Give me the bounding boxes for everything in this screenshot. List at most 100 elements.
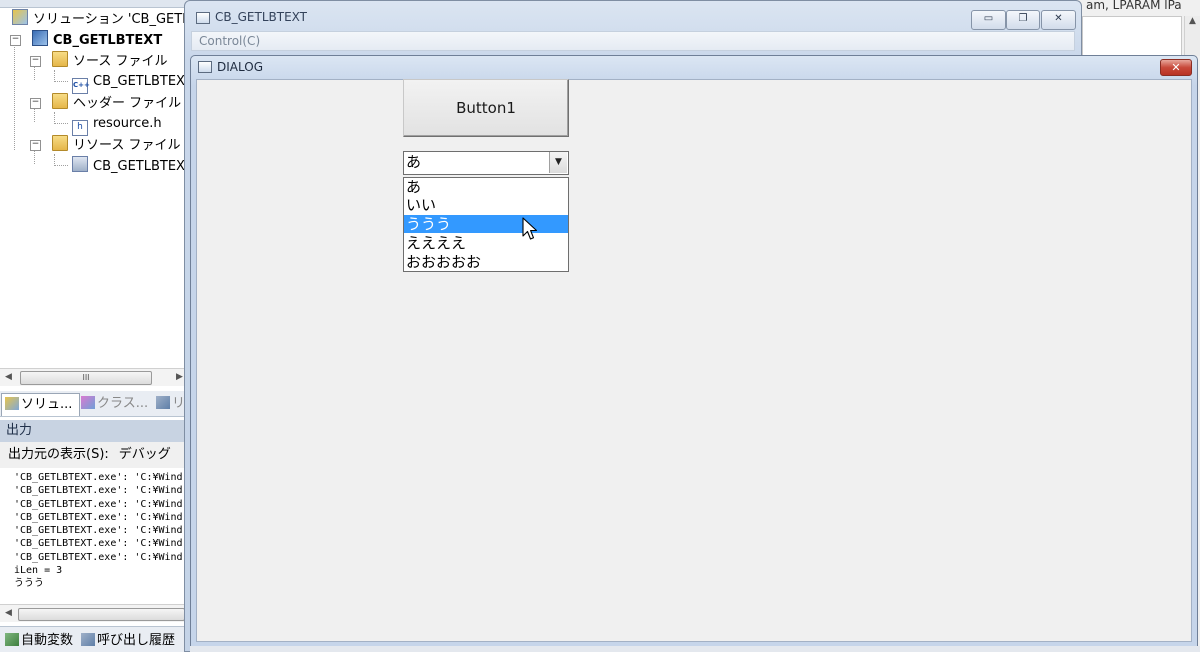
tree-line: [54, 123, 68, 124]
tree-item-label: resource.h: [93, 116, 162, 131]
collapse-icon[interactable]: −: [30, 140, 41, 151]
output-line: iLen = 3: [14, 565, 63, 577]
output-horizontal-scrollbar[interactable]: ◀: [0, 604, 190, 622]
menu-bar: Control(C): [191, 31, 1075, 51]
output-source-row: 出力元の表示(S): デバッグ: [0, 442, 190, 468]
folder-icon: [52, 51, 68, 67]
tab-label: ソリュ...: [21, 397, 73, 412]
explorer-tabs: ソリュ... クラス... リ: [0, 391, 190, 417]
autos-icon: [5, 633, 19, 646]
solution-icon: [12, 9, 28, 25]
project-icon: [32, 30, 48, 46]
button1[interactable]: Button1: [403, 79, 569, 137]
output-line: 'CB_GETLBTEXT.exe': 'C:¥Wind: [14, 511, 183, 523]
tree-item-header-file[interactable]: h resource.h: [72, 114, 162, 136]
tree-item-label: CB_GETLBTEXT: [53, 33, 163, 48]
folder-icon: [52, 93, 68, 109]
cpp-file-icon: C++: [72, 78, 90, 94]
tree-item-label: リソース ファイル: [73, 138, 181, 153]
combo-value: あ: [406, 153, 422, 171]
tab-label: 自動変数: [21, 633, 74, 648]
main-window-title: CB_GETLBTEXT: [215, 10, 307, 24]
output-line: 'CB_GETLBTEXT.exe': 'C:¥Wind: [14, 472, 183, 483]
output-line: 'CB_GETLBTEXT.exe': 'C:¥Wind: [14, 485, 183, 497]
output-line: 'CB_GETLBTEXT.exe': 'C:¥Wind: [14, 498, 183, 510]
output-line: 'CB_GETLBTEXT.exe': 'C:¥Wind: [14, 538, 183, 550]
dialog-close-button[interactable]: ✕: [1160, 59, 1192, 76]
class-view-icon: [81, 396, 95, 409]
window-icon: [198, 61, 212, 73]
resource-view-icon: [156, 396, 170, 409]
tree-item-label: CB_GETLBTEX: [93, 74, 185, 89]
tab-label: 呼び出し履歴: [97, 633, 176, 648]
code-area: [1082, 16, 1182, 56]
tree-line: [54, 154, 55, 166]
call-stack-icon: [81, 633, 95, 646]
menu-control[interactable]: Control(C): [199, 34, 260, 48]
tab-autos[interactable]: 自動変数: [2, 630, 77, 652]
tree-item-label: ソース ファイル: [73, 54, 168, 69]
tree-item-label: CB_GETLBTEX: [93, 159, 185, 174]
taskbar-strip: [190, 646, 1200, 652]
list-item-selected[interactable]: ううう: [404, 215, 568, 233]
scroll-right-icon[interactable]: ▶: [176, 372, 183, 382]
tab-solution[interactable]: ソリュ...: [1, 393, 80, 416]
output-text: 'CB_GETLBTEXT.exe': 'C:¥Wind 'CB_GETLBTEX…: [0, 470, 190, 603]
output-line: 'CB_GETLBTEXT.exe': 'C:¥Wind: [14, 525, 183, 537]
tree-item-resource-folder[interactable]: リソース ファイル: [52, 135, 180, 155]
tree-item-label: ヘッダー ファイル: [73, 96, 182, 111]
tree-item-project[interactable]: CB_GETLBTEXT: [32, 30, 162, 50]
minimize-button[interactable]: ▭: [971, 10, 1006, 30]
output-source-label: 出力元の表示(S):: [8, 447, 109, 462]
tab-label: クラス...: [97, 396, 149, 411]
collapse-icon[interactable]: −: [30, 56, 41, 67]
horizontal-scrollbar[interactable]: ◀ III ▶: [0, 368, 190, 386]
output-source-select[interactable]: デバッグ: [119, 447, 171, 462]
tree-line: [54, 112, 55, 124]
output-panel-header: 出力: [0, 420, 190, 442]
tree-line: [34, 108, 35, 122]
tab-call-stack[interactable]: 呼び出し履歴: [78, 630, 181, 652]
collapse-icon[interactable]: −: [30, 98, 41, 109]
collapse-icon[interactable]: −: [10, 35, 21, 46]
dropdown-arrow-icon[interactable]: ▼: [549, 152, 567, 173]
scroll-thumb[interactable]: [18, 608, 185, 621]
tree-item-rc-file[interactable]: CB_GETLBTEX: [72, 156, 185, 176]
window-icon: [196, 12, 210, 24]
resource-file-icon: [72, 156, 88, 172]
ide-toolbar-strip: [0, 0, 190, 8]
header-file-icon: h: [72, 120, 88, 136]
scroll-thumb[interactable]: III: [20, 371, 152, 385]
tab-class[interactable]: クラス...: [78, 393, 153, 415]
tree-line: [14, 44, 15, 150]
combo-box[interactable]: [403, 151, 569, 175]
vertical-scrollbar[interactable]: ▲: [1184, 16, 1200, 56]
tree-line: [54, 70, 55, 82]
tree-item-source-folder[interactable]: ソース ファイル: [52, 51, 167, 71]
list-item[interactable]: おおおおお: [404, 253, 568, 271]
debug-tabs: 自動変数 呼び出し履歴: [0, 626, 190, 652]
output-line: 'CB_GETLBTEXT.exe': 'C:¥Wind: [14, 551, 183, 563]
tree-item-header-folder[interactable]: ヘッダー ファイル: [52, 93, 181, 113]
scroll-left-icon[interactable]: ◀: [5, 608, 12, 618]
list-item[interactable]: あ: [404, 178, 568, 196]
tree-line: [54, 165, 68, 166]
output-line: ううう: [14, 578, 44, 590]
close-button[interactable]: ✕: [1041, 10, 1076, 30]
list-item[interactable]: ええええ: [404, 234, 568, 252]
tree-item-label: ソリューション 'CB_GETL: [33, 12, 190, 27]
scroll-left-icon[interactable]: ◀: [5, 372, 12, 382]
tree-item-solution[interactable]: ソリューション 'CB_GETL: [12, 9, 189, 29]
code-text: am, LPARAM lPa: [1086, 0, 1182, 12]
solution-tab-icon: [5, 397, 19, 410]
folder-icon: [52, 135, 68, 151]
tree-item-cpp-file[interactable]: C++ CB_GETLBTEX: [72, 72, 185, 94]
restore-button[interactable]: ❐: [1006, 10, 1040, 30]
tree-line: [34, 150, 35, 164]
tree-line: [34, 66, 35, 80]
list-item[interactable]: いい: [404, 196, 568, 214]
mouse-cursor-icon: [522, 217, 538, 240]
dialog-client-area: [196, 79, 1192, 642]
dialog-title: DIALOG: [217, 60, 263, 74]
tree-line: [54, 81, 68, 82]
